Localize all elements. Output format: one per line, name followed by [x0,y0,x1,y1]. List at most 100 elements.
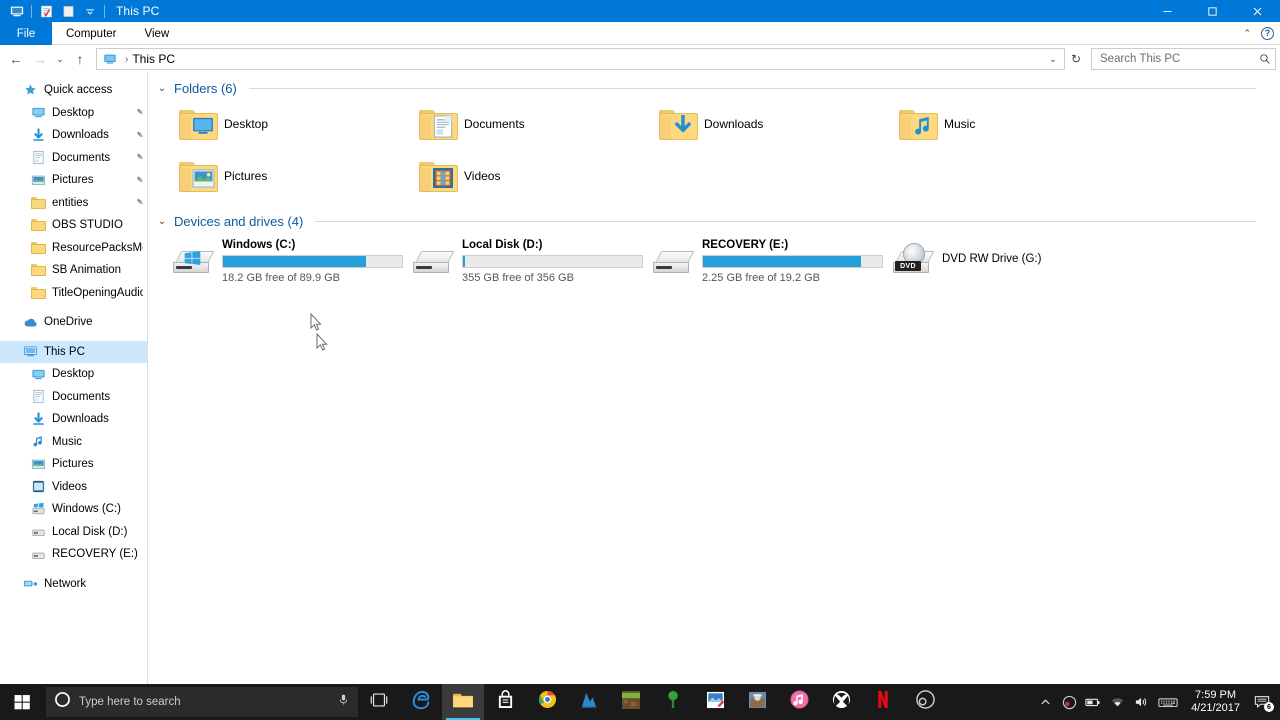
sidebar-item-music[interactable]: Music [0,431,147,454]
sidebar-item-pictures[interactable]: Pictures [0,453,147,476]
breadcrumb-dropdown-icon[interactable]: ⌄ [1044,54,1062,65]
sidebar-item-this-pc[interactable]: This PC [0,341,147,364]
forward-button[interactable]: → [28,47,52,71]
sidebar-item-videos[interactable]: Videos [0,476,147,499]
folder-item[interactable]: Downloads [642,98,882,150]
drive-free-space: 355 GB free of 356 GB [462,272,643,284]
sidebar-item-entities[interactable]: entities✒ [0,192,147,215]
breadcrumb-current[interactable]: This PC [132,52,175,66]
properties-icon[interactable] [35,0,57,22]
sidebar-item-resourcepacksmc[interactable]: ResourcePacksMc [0,237,147,260]
folder-documents-icon [416,108,462,141]
back-button[interactable]: ← [4,47,28,71]
drive-item[interactable]: RECOVERY (E:)2.25 GB free of 19.2 GB [638,231,878,289]
pin-icon[interactable]: ✒ [132,128,146,142]
maximize-button[interactable] [1190,0,1235,22]
microphone-icon[interactable] [337,693,350,711]
tab-view[interactable]: View [131,22,184,45]
recent-locations-icon[interactable]: ⌄ [52,47,68,71]
tab-computer[interactable]: Computer [52,22,131,45]
new-folder-icon[interactable] [57,0,79,22]
pin-icon[interactable]: ✒ [132,151,146,165]
taskbar-item-movie-maker[interactable] [568,684,610,720]
sidebar-item-documents[interactable]: Documents✒ [0,147,147,170]
taskbar-item-xbox[interactable] [820,684,862,720]
taskbar-item-photo-editor[interactable] [694,684,736,720]
folder-item[interactable]: Videos [402,150,642,202]
folder-item[interactable]: Pictures [162,150,402,202]
sidebar-item-pictures[interactable]: Pictures✒ [0,169,147,192]
drive-item[interactable]: Local Disk (D:)355 GB free of 356 GB [398,231,638,289]
search-input[interactable] [1100,53,1259,65]
folder-item[interactable]: Music [882,98,1122,150]
wifi-icon[interactable] [1105,684,1129,720]
search-box[interactable] [1091,48,1276,70]
sidebar-item-onedrive[interactable]: OneDrive [0,311,147,334]
photo-editor-icon [706,691,725,714]
battery-icon[interactable] [1081,684,1105,720]
start-icon[interactable] [0,684,44,720]
taskbar-item-photos[interactable] [736,684,778,720]
itunes-icon [790,690,809,714]
music-icon [30,434,46,450]
taskbar-item-file-explorer[interactable] [442,684,484,720]
navigation-pane[interactable]: Quick accessDesktop✒Downloads✒Documents✒… [0,73,148,697]
clock[interactable]: 7:59 PM 4/21/2017 [1183,684,1248,720]
pin-icon[interactable]: ✒ [132,106,146,120]
taskbar-item-itunes[interactable] [778,684,820,720]
search-icon[interactable] [1259,53,1271,65]
taskbar-item-task-view[interactable] [358,684,400,720]
sidebar-item-local-disk-d[interactable]: Local Disk (D:) [0,521,147,544]
breadcrumb[interactable]: › This PC ⌄ [96,48,1065,70]
obs-tray-icon[interactable] [1057,684,1081,720]
collapse-ribbon-icon[interactable]: ⌃ [1243,28,1251,39]
sidebar-item-titleopeningaudio[interactable]: TitleOpeningAudio: [0,282,147,305]
content-pane[interactable]: ⌄ Folders (6) DesktopDocumentsDownloadsM… [148,73,1280,697]
taskbar-item-minecraft[interactable] [610,684,652,720]
taskbar-item-netflix[interactable] [862,684,904,720]
breadcrumb-this-pc-icon [103,52,117,66]
desktop-icon [30,105,46,121]
sidebar-item-downloads[interactable]: Downloads✒ [0,124,147,147]
taskbar-item-edge[interactable] [400,684,442,720]
sidebar-item-sb-animation[interactable]: SB Animation [0,259,147,282]
taskbar-item-obs-studio[interactable] [904,684,946,720]
drives-collapse-icon[interactable]: ⌄ [156,216,168,227]
taskbar-item-chrome[interactable] [526,684,568,720]
folders-section-header[interactable]: ⌄ Folders (6) [148,73,1280,98]
file-explorer-icon [452,691,474,714]
taskbar-item-tree-app[interactable] [652,684,694,720]
keyboard-icon[interactable] [1153,684,1183,720]
sidebar-item-windows-c[interactable]: Windows (C:) [0,498,147,521]
pin-icon[interactable]: ✒ [132,173,146,187]
taskbar-item-microsoft-store[interactable] [484,684,526,720]
sidebar-item-quick-access[interactable]: Quick access [0,79,147,102]
minimize-button[interactable] [1145,0,1190,22]
folder-item[interactable]: Documents [402,98,642,150]
drive-item[interactable]: DVDDVD RW Drive (G:) [878,231,1118,289]
this-pc-icon[interactable] [6,0,28,22]
drive-item[interactable]: Windows (C:)18.2 GB free of 89.9 GB [158,231,398,289]
help-icon[interactable]: ? [1261,27,1274,40]
sidebar-item-obs-studio[interactable]: OBS STUDIO [0,214,147,237]
tab-file[interactable]: File [0,22,52,45]
customize-chevron-icon[interactable] [79,0,101,22]
close-button[interactable] [1235,0,1280,22]
notification-center-button[interactable]: 6 [1248,684,1276,720]
drives-section-header[interactable]: ⌄ Devices and drives (4) [148,202,1280,231]
sidebar-item-network[interactable]: Network [0,573,147,596]
pin-icon[interactable]: ✒ [132,196,146,210]
folders-collapse-icon[interactable]: ⌄ [156,83,168,94]
taskbar-search-box[interactable]: Type here to search [46,687,358,717]
up-button[interactable]: ↑ [68,47,92,71]
taskbar-search-placeholder: Type here to search [79,696,329,708]
folder-item[interactable]: Desktop [162,98,402,150]
refresh-button[interactable]: ↻ [1065,52,1087,66]
sidebar-item-desktop[interactable]: Desktop [0,363,147,386]
sidebar-item-documents[interactable]: Documents [0,386,147,409]
sidebar-item-downloads[interactable]: Downloads [0,408,147,431]
volume-icon[interactable] [1129,684,1153,720]
sidebar-item-recovery-e[interactable]: RECOVERY (E:) [0,543,147,566]
show-hidden-icons-button[interactable] [1033,684,1057,720]
sidebar-item-desktop[interactable]: Desktop✒ [0,102,147,125]
